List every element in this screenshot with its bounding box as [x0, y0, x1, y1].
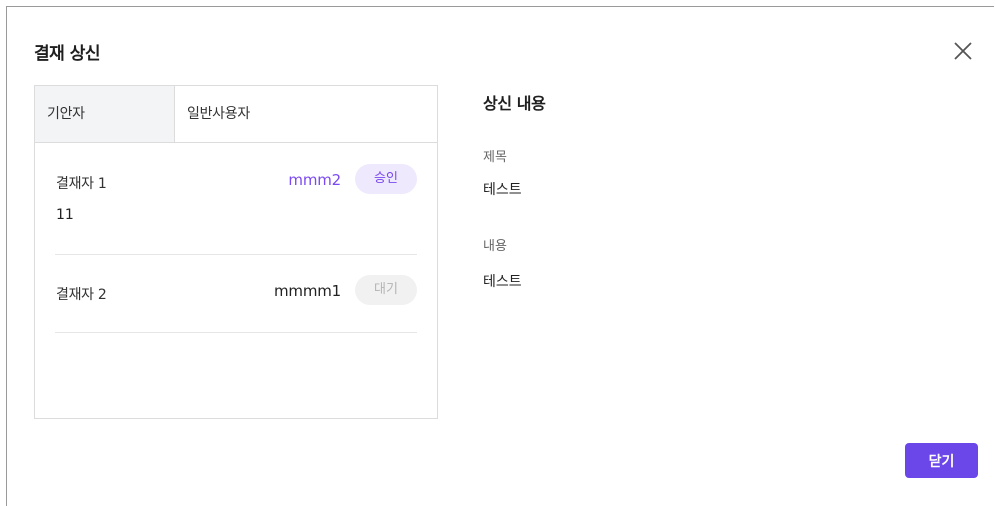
content-section-title: 상신 내용	[483, 94, 546, 113]
approver-item: 결재자 1 mmm2 승인 11	[55, 142, 417, 255]
approver-comment: 11	[56, 207, 74, 223]
drafter-label: 기안자	[35, 86, 175, 142]
body-label: 내용	[483, 239, 507, 254]
subject-value: 테스트	[483, 182, 522, 198]
approver-user: mmmm1	[274, 282, 341, 300]
approver-user: mmm2	[288, 171, 341, 189]
status-badge-approved: 승인	[355, 164, 417, 194]
dialog-title: 결재 상신	[34, 44, 100, 64]
approval-submit-dialog: 결재 상신 기안자 일반사용자 결재자 1 mmm2 승인 11 결재자 2 m…	[6, 6, 994, 506]
close-button[interactable]: 닫기	[905, 443, 978, 478]
status-badge-waiting: 대기	[355, 275, 417, 305]
approver-item: 결재자 2 mmmm1 대기	[55, 255, 417, 333]
approver-label: 결재자 1	[56, 176, 107, 192]
approver-label: 결재자 2	[56, 287, 107, 303]
body-value: 테스트	[483, 274, 522, 290]
approval-line-panel: 기안자 일반사용자 결재자 1 mmm2 승인 11 결재자 2 mmmm1 대…	[34, 85, 438, 419]
close-icon[interactable]	[951, 39, 975, 63]
drafter-name: 일반사용자	[187, 106, 250, 122]
approver-list: 결재자 1 mmm2 승인 11 결재자 2 mmmm1 대기	[55, 142, 417, 333]
subject-label: 제목	[483, 150, 507, 165]
drafter-row: 기안자 일반사용자	[35, 86, 437, 143]
